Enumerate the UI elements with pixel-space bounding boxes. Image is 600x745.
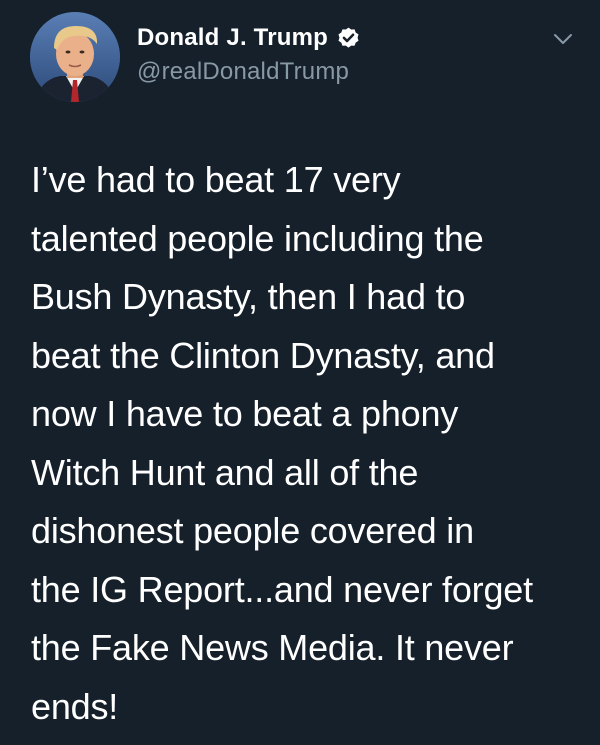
tweet-text-line: I’ve had to beat 17 very	[31, 159, 401, 200]
tweet-text-line: ends!	[31, 685, 119, 727]
tweet-text-line: the Fake News Media. It never	[31, 627, 514, 668]
tweet-card: Donald J. Trump @realDonaldTrump I’ve ha…	[0, 0, 600, 745]
tweet-text-line: Bush Dynasty, then I had to	[31, 276, 466, 317]
verified-badge-icon	[336, 26, 361, 51]
tweet-text-line: the IG Report...and never forget	[31, 568, 533, 610]
chevron-down-icon[interactable]	[551, 30, 575, 48]
tweet-text-line: talented people including the	[31, 217, 484, 259]
profile-photo	[30, 12, 120, 102]
author-handle[interactable]: @realDonaldTrump	[137, 58, 349, 86]
tweet-text-line: dishonest people covered in	[31, 510, 474, 551]
author-name-row: Donald J. Trump	[137, 22, 361, 54]
tweet-text-line: beat the Clinton Dynasty, and	[31, 334, 495, 376]
tweet-text-line: Witch Hunt and all of the	[31, 451, 419, 493]
avatar[interactable]	[30, 12, 120, 102]
tweet-text-line: now I have to beat a phony	[31, 393, 459, 434]
display-name[interactable]: Donald J. Trump	[137, 24, 328, 52]
tweet-text: I’ve had to beat 17 very talented people…	[31, 151, 586, 736]
